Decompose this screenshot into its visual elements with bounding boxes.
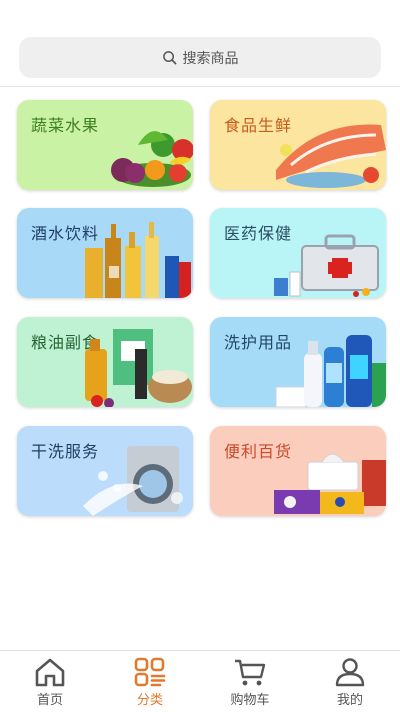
grain-oil-image bbox=[85, 329, 192, 407]
personal-care-image bbox=[275, 335, 386, 407]
category-card-personal-care[interactable]: 洗护用品 bbox=[210, 317, 386, 407]
tab-cart[interactable]: 购物车 bbox=[200, 651, 300, 712]
tab-label: 分类 bbox=[136, 693, 163, 708]
search-icon bbox=[162, 51, 176, 65]
tab-home[interactable]: 首页 bbox=[0, 651, 100, 712]
medicine-kit-image bbox=[274, 234, 379, 297]
convenience-goods-image bbox=[274, 453, 386, 514]
tab-label: 首页 bbox=[36, 693, 63, 708]
home-icon bbox=[35, 658, 65, 687]
category-card-vegetables-fruits[interactable]: 蔬菜水果 bbox=[17, 100, 193, 190]
category-card-convenience-goods[interactable]: 便利百货 bbox=[210, 426, 386, 516]
washing-machine-image bbox=[83, 446, 183, 516]
cart-icon bbox=[235, 659, 266, 686]
category-icon bbox=[134, 657, 166, 687]
search-bar[interactable]: 搜索商品 bbox=[19, 37, 381, 78]
tab-label: 我的 bbox=[336, 693, 363, 708]
tab-profile[interactable]: 我的 bbox=[300, 651, 400, 712]
search-section: 搜索商品 bbox=[0, 0, 400, 87]
tab-label: 购物车 bbox=[230, 693, 270, 708]
tab-category[interactable]: 分类 bbox=[100, 651, 200, 712]
fruit-basket-image bbox=[111, 131, 193, 187]
category-card-beverages[interactable]: 酒水饮料 bbox=[17, 208, 193, 298]
beverages-image bbox=[85, 222, 191, 298]
category-card-dry-cleaning[interactable]: 干洗服务 bbox=[17, 426, 193, 516]
category-card-medicine-health[interactable]: 医药保健 bbox=[210, 208, 386, 298]
search-placeholder: 搜索商品 bbox=[182, 50, 239, 67]
category-card-fresh-food[interactable]: 食品生鲜 bbox=[210, 100, 386, 190]
category-card-grain-oil[interactable]: 粮油副食 bbox=[17, 317, 193, 407]
bottom-tab-bar: 首页 分类 购物车 我的 bbox=[0, 650, 400, 712]
seafood-image bbox=[276, 124, 386, 188]
profile-icon bbox=[335, 658, 365, 687]
